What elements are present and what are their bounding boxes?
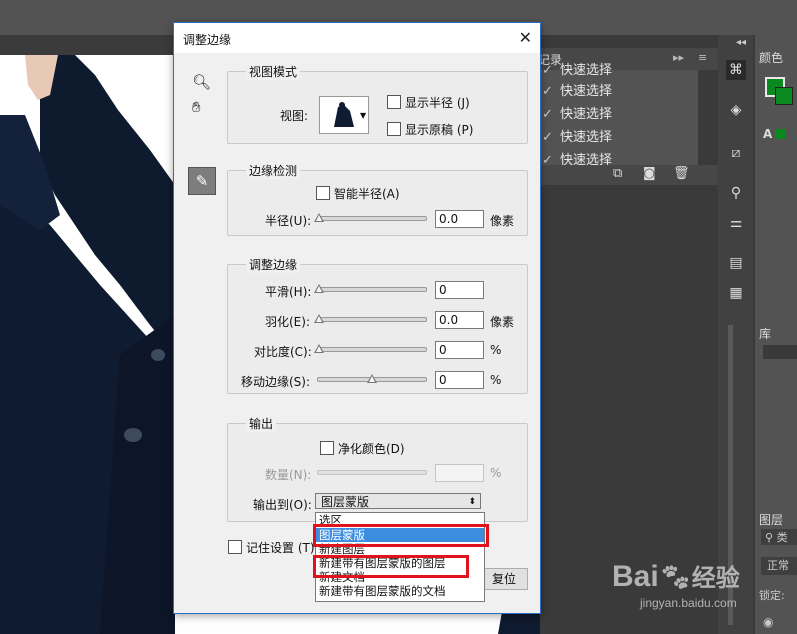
feather-input[interactable]: 0.0 xyxy=(435,311,484,329)
refine-radius-tool-icon[interactable]: ✎ xyxy=(188,167,216,195)
lock-label: 锁定: xyxy=(759,589,785,602)
amount-input xyxy=(435,464,484,482)
feather-slider-track[interactable] xyxy=(317,317,427,322)
collapse-arrows-icon[interactable]: ◂◂ xyxy=(736,37,746,48)
library-tab[interactable]: 库 xyxy=(759,325,771,342)
contrast-unit: % xyxy=(490,343,502,357)
radius-unit: 像素 xyxy=(490,214,515,228)
feather-slider-thumb[interactable] xyxy=(314,314,324,323)
adjust-sliders-icon[interactable]: ⚌ xyxy=(726,213,746,233)
view-mode-group xyxy=(227,71,528,144)
shift-edge-unit: % xyxy=(490,373,502,387)
shift-edge-slider-thumb[interactable] xyxy=(367,374,377,383)
output-option-new-document-with-mask[interactable]: 新建带有图层蒙版的文档 xyxy=(316,584,484,598)
visibility-eye-icon[interactable]: ◉ xyxy=(763,615,773,629)
blend-mode-select[interactable]: 正常 xyxy=(761,557,797,575)
background-color-swatch[interactable] xyxy=(775,87,793,105)
adjust-edge-title: 调整边缘 xyxy=(246,256,301,273)
layer-comp-icon[interactable]: ⧄ xyxy=(726,143,746,163)
output-title: 输出 xyxy=(246,415,277,432)
smooth-slider-thumb[interactable] xyxy=(314,284,324,293)
panel-menu-icon[interactable]: ≡ xyxy=(698,51,707,64)
trash-icon[interactable]: 🗑 xyxy=(673,166,690,181)
shift-edge-input[interactable]: 0 xyxy=(435,371,484,389)
right-panels: 颜色 A 库 图层 ⚲ 类 正常 锁定: ◉ xyxy=(755,35,797,634)
select-arrows-icon: ⬍ xyxy=(468,497,476,507)
decontaminate-label: 净化颜色(D) xyxy=(338,442,405,456)
history-list: ✓ 快速选择 ✓ 快速选择 ✓ 快速选择 ✓ 快速选择 ✓ 快速选择 xyxy=(538,63,698,170)
brush-icon: ✓ xyxy=(542,84,553,99)
output-to-label: 输出到(O): xyxy=(253,498,312,512)
history-item[interactable]: ✓ 快速选择 xyxy=(538,81,698,103)
view-dropdown-arrow-icon[interactable]: ▼ xyxy=(360,111,366,120)
notes-icon[interactable]: ▤ xyxy=(726,253,746,273)
watermark-brand: Bai🐾︎经验 xyxy=(612,560,740,593)
remember-settings-label: 记住设置 (T) xyxy=(246,541,315,555)
3d-icon[interactable]: ◈ xyxy=(726,100,746,120)
camera-icon[interactable]: ◙ xyxy=(643,166,656,181)
feather-label: 羽化(E): xyxy=(265,315,310,329)
show-radius-label: 显示半径 (J) xyxy=(405,96,470,110)
remember-settings-checkbox[interactable] xyxy=(228,540,242,554)
shift-edge-label: 移动边缘(S): xyxy=(241,375,311,389)
brush-presets-icon[interactable]: ⚲ xyxy=(726,183,746,203)
brush-icon: ✓ xyxy=(542,130,553,145)
smooth-input[interactable]: 0 xyxy=(435,281,484,299)
show-original-label: 显示原稿 (P) xyxy=(405,123,474,137)
layer-search[interactable]: ⚲ 类 xyxy=(761,529,797,545)
zoom-tool-icon[interactable]: 🔍︎ xyxy=(192,73,211,91)
radius-slider-thumb[interactable] xyxy=(314,213,324,222)
history-icon[interactable]: ⌘ xyxy=(726,60,746,80)
history-item[interactable]: ✓ 快速选择 xyxy=(538,127,698,149)
text-color-icon[interactable]: A xyxy=(763,127,772,141)
radius-label: 半径(U): xyxy=(265,214,312,228)
contrast-slider-thumb[interactable] xyxy=(314,344,324,353)
smooth-label: 平滑(H): xyxy=(265,285,312,299)
radius-slider-track[interactable] xyxy=(317,216,427,221)
text-color-swatch[interactable] xyxy=(775,129,785,139)
highlight-box-layer-mask xyxy=(313,524,489,547)
smooth-slider-track[interactable] xyxy=(317,287,427,292)
brush-icon: ✓ xyxy=(542,107,553,122)
hand-tool-icon[interactable]: ✋︎ xyxy=(192,98,201,116)
contrast-input[interactable]: 0 xyxy=(435,341,484,359)
layers-tab[interactable]: 图层 xyxy=(759,511,783,528)
show-original-checkbox[interactable] xyxy=(387,122,401,136)
smart-radius-label: 智能半径(A) xyxy=(334,187,400,201)
feather-unit: 像素 xyxy=(490,315,515,329)
amount-slider-track xyxy=(317,470,427,475)
decontaminate-checkbox[interactable] xyxy=(320,441,334,455)
history-item[interactable]: ✓ 快速选择 xyxy=(538,104,698,126)
contrast-slider-track[interactable] xyxy=(317,347,427,352)
view-mode-title: 视图模式 xyxy=(246,63,301,80)
brush-icon: ✓ xyxy=(542,63,553,78)
history-footer: ⧉ ◙ 🗑 xyxy=(538,165,718,185)
panel-icon-column: ◂◂ ⌘ ◈ ⧄ ⚲ ⚌ ▤ ▦ xyxy=(718,35,753,634)
new-document-icon[interactable]: ⧉ xyxy=(613,166,622,181)
dialog-titlebar[interactable]: 调整边缘 ✕ xyxy=(174,23,540,53)
highlight-box-new-layer-with-mask xyxy=(313,555,469,578)
radius-input[interactable]: 0.0 xyxy=(435,210,484,228)
library-dropdown[interactable] xyxy=(763,345,797,359)
paragraph-icon[interactable]: ▦ xyxy=(726,283,746,303)
dialog-title: 调整边缘 xyxy=(183,33,232,47)
reset-button[interactable]: 复位 xyxy=(480,568,528,590)
show-radius-checkbox[interactable] xyxy=(387,95,401,109)
watermark-url: jingyan.baidu.com xyxy=(640,596,737,610)
color-tab[interactable]: 颜色 xyxy=(759,49,783,66)
amount-label: 数量(N): xyxy=(265,468,312,482)
contrast-label: 对比度(C): xyxy=(254,345,312,359)
history-item[interactable]: ✓ 快速选择 xyxy=(538,60,698,82)
view-label: 视图: xyxy=(280,109,309,123)
edge-detection-title: 边缘检测 xyxy=(246,162,301,179)
paw-icon: 🐾︎ xyxy=(658,562,692,592)
output-to-select[interactable]: 图层蒙版 ⬍ xyxy=(315,493,481,509)
amount-unit: % xyxy=(490,466,502,480)
smart-radius-checkbox[interactable] xyxy=(316,186,330,200)
close-icon[interactable]: ✕ xyxy=(519,28,532,47)
